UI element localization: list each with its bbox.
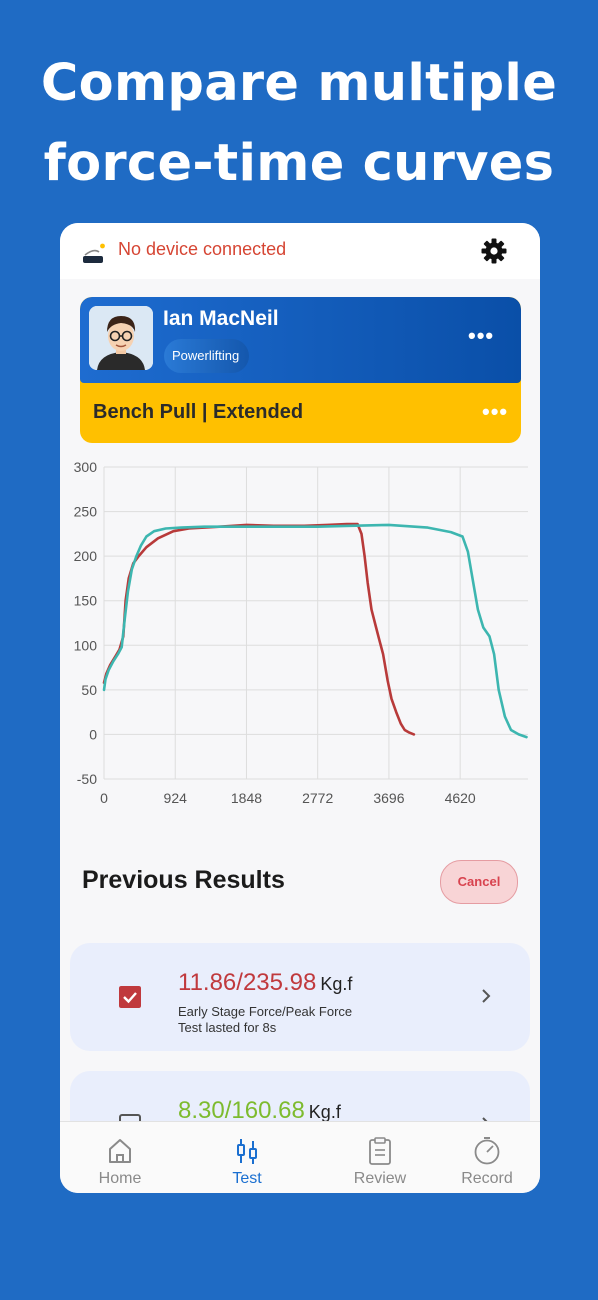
device-status-text: No device connected (118, 239, 287, 259)
result-score-value: 11.86/235.98 (178, 969, 317, 996)
headline-line-2: force-time curves (43, 134, 555, 193)
chart-x-tick-label: 2772 (302, 790, 333, 806)
chart-y-tick-label: -50 (77, 771, 97, 787)
chart-x-tick-label: 4620 (445, 790, 476, 806)
tab-home[interactable]: Home (60, 1122, 180, 1193)
athlete-name: Ian MacNeil (163, 307, 279, 330)
tab-record[interactable]: Record (427, 1122, 540, 1193)
result-metric-label: Early Stage Force/Peak Force (178, 1004, 353, 1019)
settings-gear-icon[interactable] (480, 237, 508, 265)
device-icon (83, 243, 105, 263)
chevron-right-icon[interactable] (480, 987, 492, 1005)
chart-x-tick-label: 1848 (231, 790, 262, 806)
chart-x-tick-label: 0 (100, 790, 108, 806)
chart-x-tick-label: 924 (164, 790, 188, 806)
chart-y-tick-label: 250 (74, 504, 98, 520)
result-score-value: 8.30/160.68 (178, 1097, 305, 1124)
timer-icon (474, 1137, 500, 1165)
tab-test-label: Test (232, 1170, 262, 1187)
home-icon (109, 1139, 131, 1163)
chart-y-tick-label: 200 (74, 548, 98, 564)
test-icon (237, 1139, 257, 1164)
avatar[interactable] (89, 306, 153, 370)
result-score: 11.86/235.98 Kg.f (178, 969, 352, 997)
bottom-tab-bar: Home Test Review Record (60, 1121, 540, 1193)
checked-checkbox-icon[interactable] (119, 986, 141, 1008)
chart-series-line-2 (102, 523, 528, 739)
result-duration: Test lasted for 8s (178, 1020, 277, 1035)
chart-y-tick-label: 150 (74, 593, 98, 609)
sport-badge: Powerlifting (164, 339, 250, 373)
clipboard-icon (369, 1137, 391, 1165)
headline: Compare multiple force-time curves (0, 44, 598, 204)
exercise-menu-button[interactable]: ••• (482, 399, 508, 425)
result-score-unit: Kg.f (320, 974, 353, 994)
chart-x-tick-label: 3696 (373, 790, 404, 806)
avatar-illustration (89, 306, 153, 370)
force-time-chart: 300250200150100500-500 924 1848 2772 3696 462… (74, 459, 528, 806)
exercise-name: Bench Pull | Extended (93, 401, 304, 423)
result-score-unit: Kg.f (308, 1102, 341, 1122)
tab-review[interactable]: Review (320, 1122, 440, 1193)
athlete-profile-card[interactable]: Ian MacNeil Powerlifting ••• Bench Pull … (80, 297, 521, 443)
previous-results-title: Previous Results (82, 866, 285, 894)
chart-y-tick-label: 100 (74, 637, 98, 653)
athlete-menu-button[interactable]: ••• (468, 323, 494, 349)
chart-y-tick-label: 50 (81, 682, 97, 698)
tab-home-label: Home (98, 1170, 142, 1187)
tab-test[interactable]: Test (187, 1122, 307, 1193)
athlete-header: Ian MacNeil Powerlifting ••• (80, 297, 521, 383)
tab-review-label: Review (353, 1170, 407, 1187)
headline-line-1: Compare multiple (40, 54, 558, 113)
tab-record-label: Record (461, 1170, 513, 1187)
phone-screen: No device connected Ian MacNeil Powerlif… (60, 223, 540, 1193)
chart-y-tick-label: 0 (89, 726, 97, 742)
cancel-button[interactable]: Cancel (440, 860, 518, 904)
chart-y-tick-label: 300 (74, 459, 98, 475)
device-status-bar: No device connected (60, 223, 540, 279)
result-card[interactable]: 11.86/235.98 Kg.f Early Stage Force/Peak … (70, 943, 530, 1051)
